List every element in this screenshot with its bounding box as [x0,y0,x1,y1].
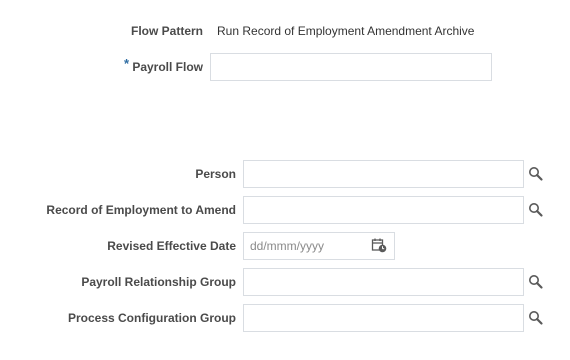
payroll-relationship-group-label: Payroll Relationship Group [81,275,236,289]
required-indicator: * [124,56,130,71]
calendar-icon[interactable] [371,237,387,253]
record-of-employment-input[interactable] [243,196,524,224]
payroll-flow-input[interactable] [210,53,492,81]
search-icon[interactable] [528,310,544,326]
search-icon[interactable] [528,202,544,218]
person-input[interactable] [243,160,524,188]
payroll-relationship-group-input[interactable] [243,268,524,296]
process-configuration-group-input[interactable] [243,304,524,332]
person-label: Person [195,167,236,181]
search-icon[interactable] [528,166,544,182]
payroll-flow-label: Payroll Flow [132,60,203,74]
revised-effective-date-label: Revised Effective Date [107,239,236,253]
process-configuration-group-label: Process Configuration Group [67,311,236,325]
flow-pattern-label: Flow Pattern [130,24,203,38]
record-of-employment-label: Record of Employment to Amend [46,203,236,217]
flow-pattern-value: Run Record of Employment Amendment Archi… [217,24,475,38]
search-icon[interactable] [528,274,544,290]
